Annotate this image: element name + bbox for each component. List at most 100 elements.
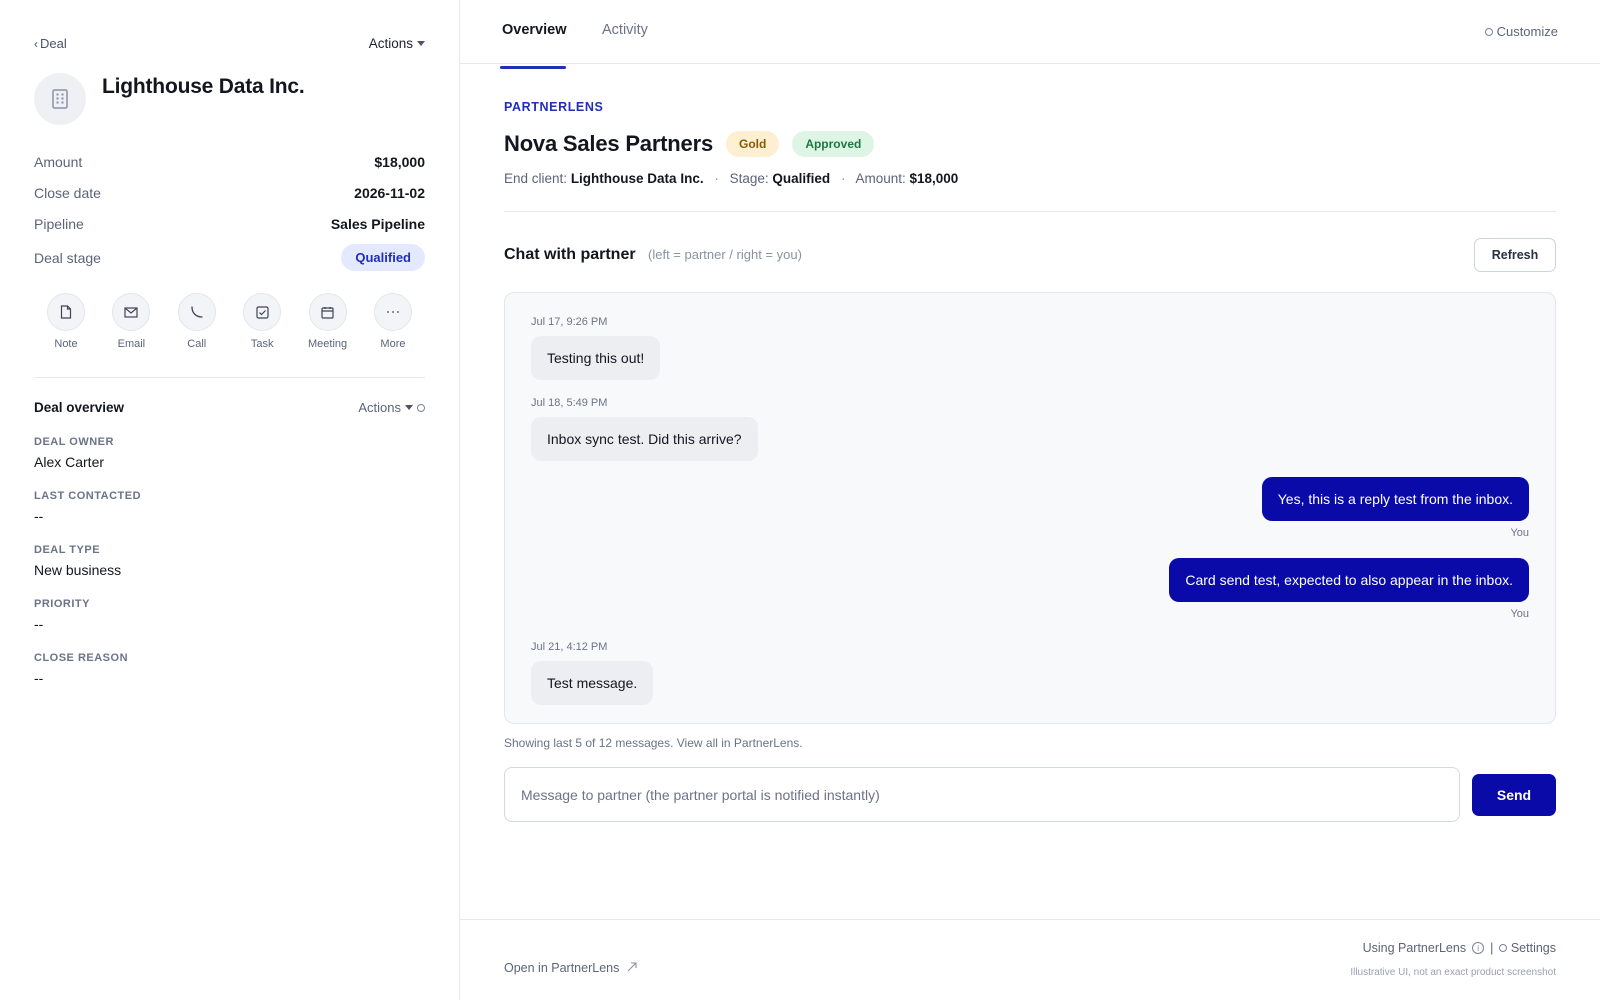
field-deal-owner: DEAL OWNER Alex Carter bbox=[34, 436, 425, 490]
overview-actions-label: Actions bbox=[358, 400, 401, 415]
field-label: DEAL OWNER bbox=[34, 436, 114, 448]
message-count-note[interactable]: Showing last 5 of 12 messages. View all … bbox=[504, 736, 1556, 750]
calendar-icon bbox=[321, 306, 334, 319]
tab-overview[interactable]: Overview bbox=[502, 22, 567, 38]
field-value[interactable]: -- bbox=[34, 670, 425, 686]
gear-icon bbox=[1499, 944, 1508, 952]
more-action-circle bbox=[373, 293, 412, 331]
brand-label: PARTNERLENS bbox=[504, 100, 604, 114]
prop-value: $18,000 bbox=[374, 153, 425, 170]
using-partnerlens-link[interactable]: Using PartnerLens bbox=[1363, 941, 1467, 955]
quick-action-label: More bbox=[380, 338, 406, 350]
building-icon bbox=[52, 89, 68, 109]
actions-dropdown[interactable]: Actions bbox=[369, 36, 425, 51]
message-bubble: Testing this out! bbox=[531, 336, 661, 380]
caret-down-icon bbox=[405, 405, 413, 410]
note-action-button[interactable]: Note bbox=[43, 293, 89, 350]
email-action-button[interactable]: Email bbox=[108, 293, 154, 350]
message-timestamp: Jul 21, 4:12 PM bbox=[531, 641, 608, 653]
settings-link[interactable]: Settings bbox=[1499, 941, 1556, 955]
field-label: LAST CONTACTED bbox=[34, 490, 142, 502]
deal-stage-pill[interactable]: Qualified bbox=[341, 244, 425, 271]
active-tab-indicator bbox=[500, 66, 566, 69]
message-incoming: Jul 17, 9:26 PM Testing this out! bbox=[531, 316, 661, 380]
meta-separator: · bbox=[840, 171, 846, 186]
disclaimer: Illustrative UI, not an exact product sc… bbox=[1350, 967, 1556, 978]
deal-overview-header: Deal overview Actions bbox=[34, 400, 425, 415]
field-label: PRIORITY bbox=[34, 598, 90, 610]
prop-label: Amount bbox=[34, 153, 83, 170]
message-outgoing: Yes, this is a reply test from the inbox… bbox=[1261, 477, 1529, 539]
message-sender: You bbox=[1510, 527, 1529, 539]
prop-amount: Amount $18,000 bbox=[34, 146, 425, 177]
status-badge: Approved bbox=[792, 131, 875, 157]
gear-icon bbox=[1484, 27, 1493, 36]
gear-icon[interactable] bbox=[417, 403, 425, 412]
prop-label: Close date bbox=[34, 184, 101, 201]
partner-header: Nova Sales Partners Gold Approved bbox=[504, 131, 1556, 157]
message-timestamp: Jul 17, 9:26 PM bbox=[531, 316, 608, 328]
email-action-circle bbox=[112, 293, 151, 331]
content-divider bbox=[504, 211, 1556, 212]
more-action-button[interactable]: More bbox=[370, 293, 416, 350]
settings-label: Settings bbox=[1510, 941, 1556, 955]
deal-overview-title: Deal overview bbox=[34, 400, 125, 415]
info-icon[interactable]: i bbox=[1472, 942, 1485, 954]
field-label: CLOSE REASON bbox=[34, 652, 129, 664]
company-name: Lighthouse Data Inc. bbox=[102, 75, 305, 98]
company-avatar bbox=[34, 73, 86, 125]
back-label: Deal bbox=[40, 35, 67, 51]
deal-sidebar: ‹ Deal Actions Lighthouse Data Inc. Amoun… bbox=[0, 0, 460, 1000]
field-close-reason: CLOSE REASON -- bbox=[34, 652, 425, 706]
deal-properties: Amount $18,000 Close date 2026-11-02 Pip… bbox=[34, 146, 425, 276]
call-action-button[interactable]: Call bbox=[174, 293, 220, 350]
message-composer: Send bbox=[504, 767, 1556, 822]
customize-button[interactable]: Customize bbox=[1484, 24, 1558, 39]
sidebar-topbar: ‹ Deal Actions bbox=[34, 34, 425, 52]
message-input[interactable] bbox=[504, 767, 1460, 822]
prop-value: 2026-11-02 bbox=[354, 184, 425, 201]
task-icon bbox=[256, 305, 269, 319]
email-icon bbox=[124, 306, 138, 318]
overview-actions-dropdown[interactable]: Actions bbox=[358, 400, 425, 415]
caret-down-icon bbox=[417, 40, 425, 46]
meeting-action-button[interactable]: Meeting bbox=[305, 293, 351, 350]
prop-label: Deal stage bbox=[34, 249, 101, 266]
customize-label: Customize bbox=[1496, 24, 1558, 39]
external-link-icon bbox=[627, 962, 637, 972]
field-value[interactable]: -- bbox=[34, 508, 425, 524]
prop-label: Pipeline bbox=[34, 215, 84, 232]
send-button[interactable]: Send bbox=[1472, 773, 1556, 816]
tab-bar: Overview Activity Customize bbox=[460, 0, 1600, 69]
open-in-partnerlens-link[interactable]: Open in PartnerLens bbox=[504, 961, 638, 975]
message-sender: You bbox=[1510, 608, 1529, 620]
message-bubble: Inbox sync test. Did this arrive? bbox=[531, 417, 758, 461]
chevron-left-icon: ‹ bbox=[34, 36, 38, 51]
refresh-button[interactable]: Refresh bbox=[1474, 238, 1556, 272]
chat-title-group: Chat with partner (left = partner / righ… bbox=[504, 246, 802, 264]
prop-value: Sales Pipeline bbox=[330, 215, 425, 232]
task-action-button[interactable]: Task bbox=[239, 293, 285, 350]
end-client-label: End client: bbox=[504, 171, 568, 186]
back-to-deal-link[interactable]: ‹ Deal bbox=[34, 36, 67, 51]
meta-separator: · bbox=[714, 171, 719, 186]
phone-icon bbox=[191, 306, 203, 318]
message-bubble: Card send test, expected to also appear … bbox=[1169, 558, 1529, 602]
message-bubble: Test message. bbox=[531, 661, 654, 705]
field-value[interactable]: -- bbox=[34, 616, 425, 632]
partner-card: PARTNERLENS Nova Sales Partners Gold App… bbox=[504, 100, 1556, 822]
quick-action-label: Task bbox=[250, 338, 274, 350]
message-incoming: Jul 18, 5:49 PM Inbox sync test. Did thi… bbox=[531, 397, 758, 461]
field-value[interactable]: New business bbox=[34, 562, 425, 578]
quick-actions: Note Email Call Task Meeting More bbox=[34, 293, 425, 350]
message-timestamp: Jul 18, 5:49 PM bbox=[531, 397, 608, 409]
quick-action-label: Note bbox=[54, 338, 78, 350]
chat-thread[interactable]: Jul 17, 9:26 PM Testing this out! Jul 18… bbox=[504, 292, 1556, 724]
message-incoming: Jul 21, 4:12 PM Test message. bbox=[531, 641, 654, 705]
quick-action-label: Meeting bbox=[307, 338, 348, 350]
stage-value: Qualified bbox=[772, 171, 831, 186]
deal-overview-fields: DEAL OWNER Alex Carter LAST CONTACTED --… bbox=[34, 436, 425, 706]
field-value[interactable]: Alex Carter bbox=[34, 454, 425, 470]
more-icon bbox=[386, 311, 399, 313]
tab-activity[interactable]: Activity bbox=[602, 22, 648, 38]
